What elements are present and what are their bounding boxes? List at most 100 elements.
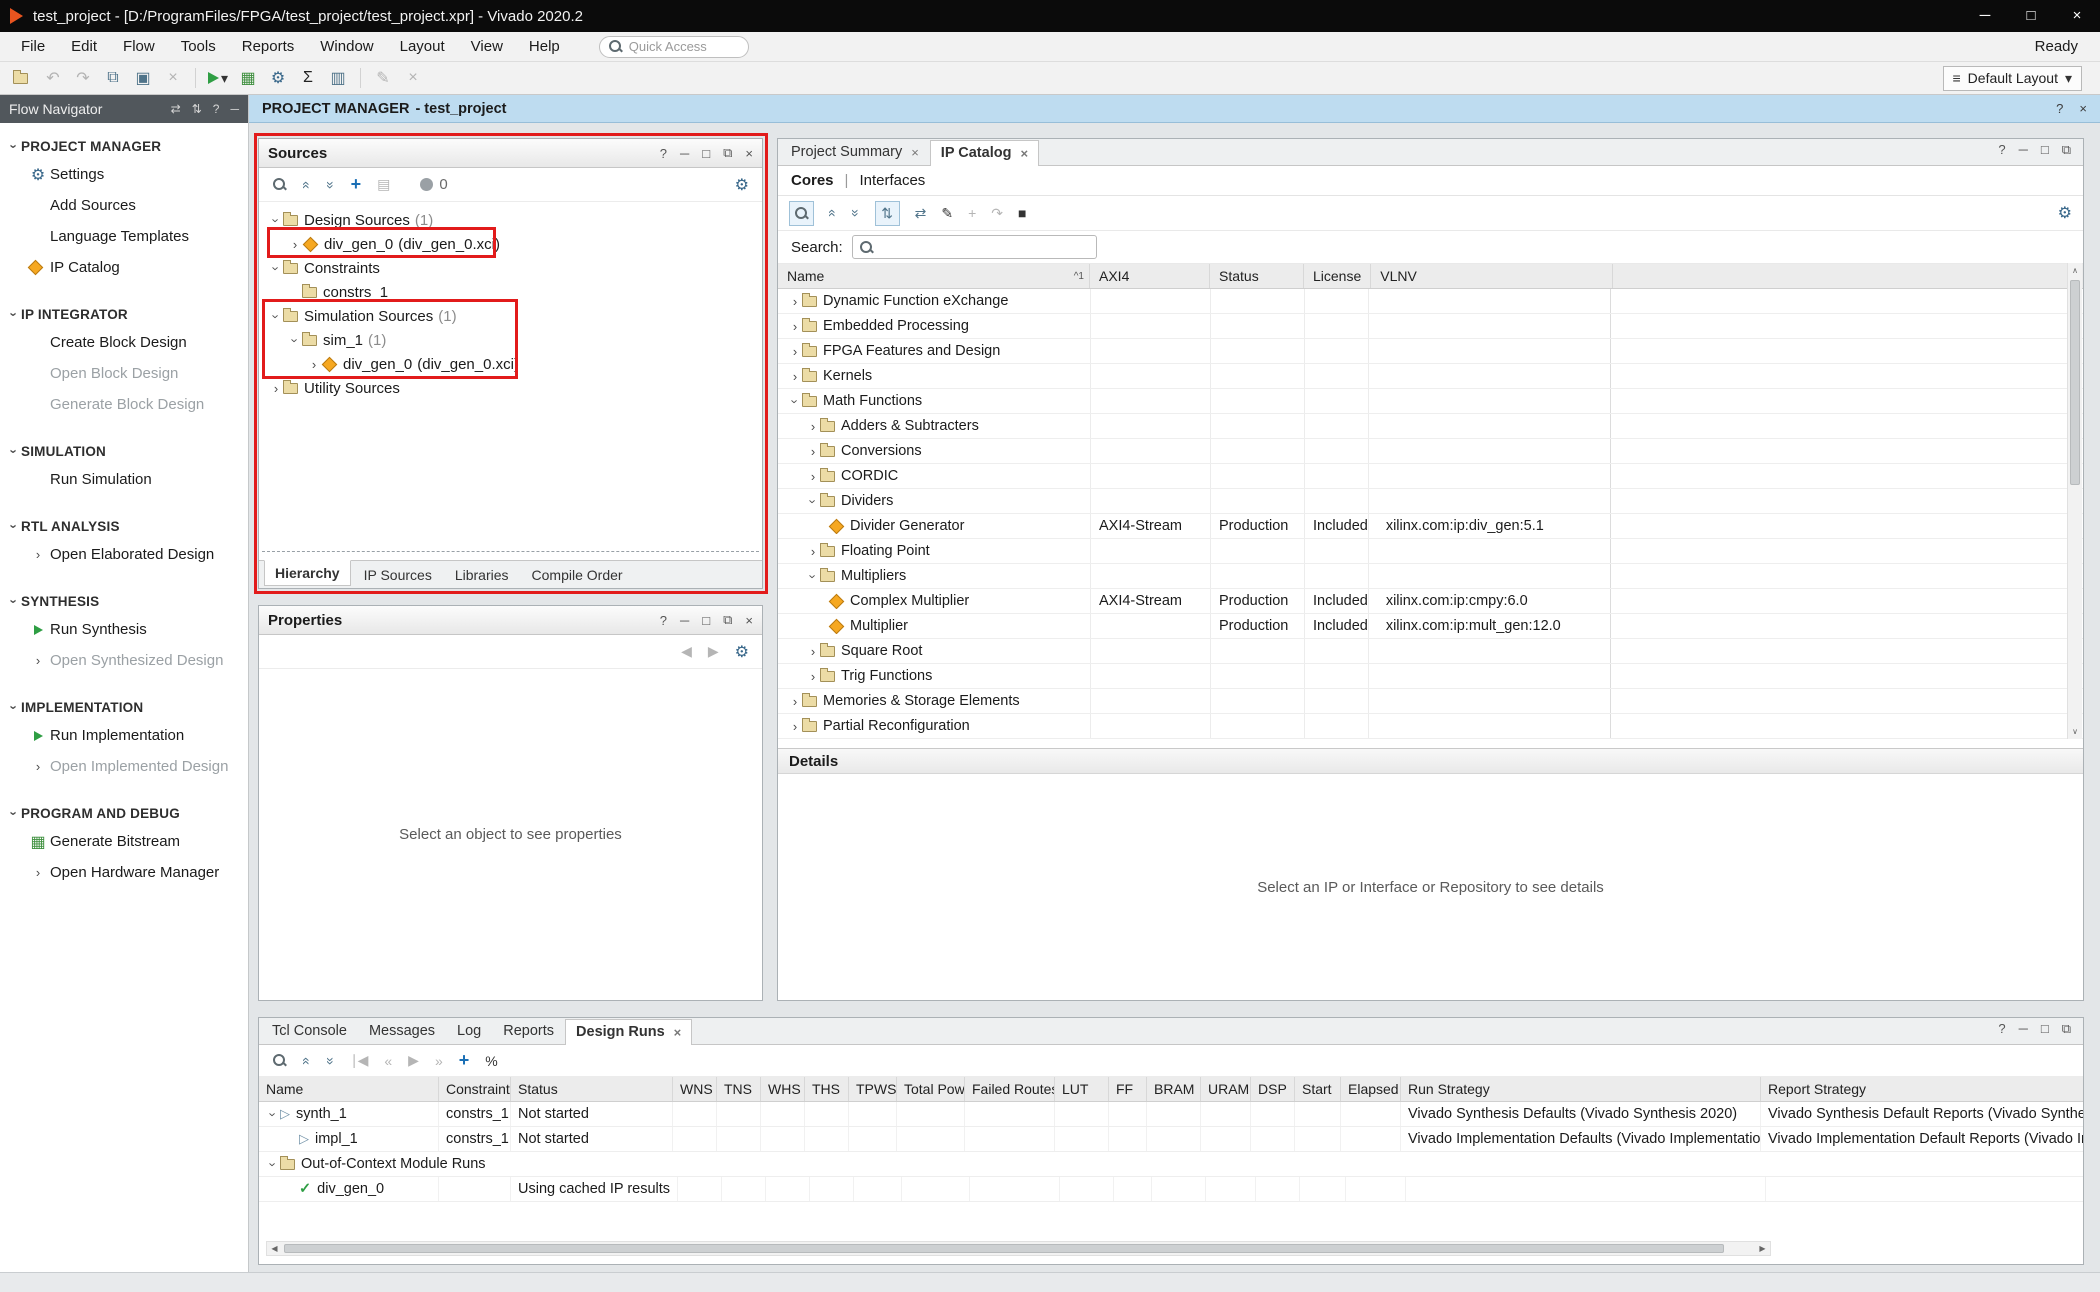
add-repository-icon[interactable]: +	[968, 205, 976, 221]
column-header-dsp[interactable]: DSP	[1251, 1077, 1295, 1101]
ip-category-row[interactable]: ›Kernels	[778, 364, 2083, 389]
create-run-icon[interactable]: +	[459, 1050, 470, 1071]
open-file-icon[interactable]: ▤	[377, 176, 390, 193]
nav-item-add-sources[interactable]: Add Sources	[0, 190, 248, 221]
column-header-bram[interactable]: BRAM	[1147, 1077, 1201, 1101]
maximize-icon[interactable]: □	[702, 613, 710, 628]
close-icon[interactable]: ×	[745, 613, 753, 628]
expand-all-icon[interactable]: »	[323, 181, 339, 189]
column-header-wns[interactable]: WNS	[673, 1077, 717, 1101]
close-button[interactable]: ×	[2054, 0, 2100, 32]
design-run-row-div-gen-0[interactable]: ✓div_gen_0 Using cached IP results	[259, 1177, 2083, 1202]
ip-category-row[interactable]: ›Dynamic Function eXchange	[778, 289, 2083, 314]
nav-item-generate-block-design[interactable]: Generate Block Design	[0, 389, 248, 420]
float-icon[interactable]: ⧉	[723, 145, 732, 161]
tree-item-div-gen-0-sim[interactable]: › div_gen_0 (div_gen_0.xci)	[259, 352, 762, 376]
help-icon[interactable]: ?	[1998, 142, 2005, 158]
menu-window[interactable]: Window	[307, 32, 386, 62]
nav-item-run-synthesis[interactable]: Run Synthesis	[0, 614, 248, 645]
chevron-right-icon[interactable]: ›	[269, 381, 283, 396]
tree-item-sim-1[interactable]: › sim_1 (1)	[259, 328, 762, 352]
properties-panel-header[interactable]: Properties ? ─ □ ⧉ ×	[259, 606, 762, 635]
tab-messages[interactable]: Messages	[358, 1018, 446, 1044]
section-header-program-and-debug[interactable]: › PROGRAM AND DEBUG	[0, 800, 248, 826]
menu-file[interactable]: File	[8, 32, 58, 62]
nav-item-settings[interactable]: ⚙Settings	[0, 159, 248, 190]
gear-icon[interactable]: ⚙	[2058, 203, 2072, 223]
search-toggle-button[interactable]	[789, 201, 814, 226]
column-header-report-strategy[interactable]: Report Strategy	[1761, 1077, 2083, 1101]
tree-item-simulation-sources[interactable]: › Simulation Sources (1)	[259, 304, 762, 328]
settings-button[interactable]: ⚙	[263, 65, 293, 91]
customize-icon[interactable]: ✎	[941, 205, 953, 222]
column-header-status[interactable]: Status	[511, 1077, 673, 1101]
chevron-right-icon[interactable]: ›	[788, 319, 802, 334]
nav-item-open-hardware-manager[interactable]: ›Open Hardware Manager	[0, 857, 248, 888]
help-icon[interactable]: ?	[660, 613, 667, 628]
scroll-down-arrow[interactable]: ∨	[2068, 724, 2082, 739]
minimize-icon[interactable]: ─	[680, 146, 689, 161]
ip-category-row[interactable]: ›FPGA Features and Design	[778, 339, 2083, 364]
ip-category-row[interactable]: ›Partial Reconfiguration	[778, 714, 2083, 739]
scroll-left-arrow[interactable]: ◀	[267, 1242, 282, 1255]
ip-category-row[interactable]: ›Trig Functions	[778, 664, 2083, 689]
ip-category-row[interactable]: ›Conversions	[778, 439, 2083, 464]
nav-item-open-synthesized-design[interactable]: ›Open Synthesized Design	[0, 645, 248, 676]
tree-item-constraints[interactable]: › Constraints	[259, 256, 762, 280]
nav-item-open-elaborated-design[interactable]: ›Open Elaborated Design	[0, 539, 248, 570]
expand-all-icon[interactable]: »	[848, 209, 864, 217]
column-header-ff[interactable]: FF	[1109, 1077, 1147, 1101]
add-sources-icon[interactable]: +	[351, 174, 362, 195]
chevron-expanded-icon[interactable]: ›	[269, 309, 284, 323]
chevron-right-icon[interactable]: ›	[806, 644, 820, 659]
menu-flow[interactable]: Flow	[110, 32, 168, 62]
collapse-all-icon[interactable]: «	[825, 209, 841, 217]
column-header-license[interactable]: License	[1304, 264, 1371, 288]
tree-item-constrs-1[interactable]: constrs_1	[259, 280, 762, 304]
refresh-icon[interactable]: ↷	[991, 205, 1003, 222]
minimize-icon[interactable]: ─	[2019, 1021, 2028, 1037]
column-header-start[interactable]: Start	[1295, 1077, 1341, 1101]
ip-category-row[interactable]: ›Adders & Subtracters	[778, 414, 2083, 439]
maximize-icon[interactable]: □	[2041, 1021, 2049, 1037]
close-icon[interactable]: ×	[2079, 101, 2087, 116]
ip-category-row[interactable]: ›Floating Point	[778, 539, 2083, 564]
ip-category-row[interactable]: ›Embedded Processing	[778, 314, 2083, 339]
section-header-simulation[interactable]: › SIMULATION	[0, 438, 248, 464]
expand-all-icon[interactable]: »	[323, 1057, 339, 1065]
gear-icon[interactable]: ⚙	[735, 642, 749, 662]
sources-panel-header[interactable]: Sources ? ─ □ ⧉ ×	[259, 139, 762, 168]
tab-project-summary[interactable]: Project Summary ×	[780, 139, 930, 165]
tab-log[interactable]: Log	[446, 1018, 492, 1044]
chevron-expanded-icon[interactable]: ›	[788, 394, 803, 408]
column-header-uram[interactable]: URAM	[1201, 1077, 1251, 1101]
nav-item-open-block-design[interactable]: Open Block Design	[0, 358, 248, 389]
section-header-implementation[interactable]: › IMPLEMENTATION	[0, 694, 248, 720]
menu-help[interactable]: Help	[516, 32, 573, 62]
help-icon[interactable]: ?	[213, 102, 220, 116]
nav-item-create-block-design[interactable]: Create Block Design	[0, 327, 248, 358]
nav-item-ip-catalog[interactable]: IP Catalog	[0, 252, 248, 283]
close-tab-icon[interactable]: ×	[1020, 146, 1028, 161]
chevron-expanded-icon[interactable]: ›	[806, 494, 821, 508]
column-header-name[interactable]: Name^1	[778, 264, 1090, 288]
chevron-expanded-icon[interactable]: ›	[806, 569, 821, 583]
run-button[interactable]: ▾	[203, 65, 233, 91]
maximize-button[interactable]: □	[2008, 0, 2054, 32]
close-tab-icon[interactable]: ×	[911, 145, 919, 160]
swap-icon[interactable]: ⇄	[171, 102, 181, 116]
column-header-tpws[interactable]: TPWS	[849, 1077, 897, 1101]
collapse-all-icon[interactable]: «	[299, 181, 315, 189]
splitter-dashed-line[interactable]	[262, 551, 759, 552]
back-icon[interactable]: ◀	[681, 643, 692, 660]
tab-reports[interactable]: Reports	[492, 1018, 565, 1044]
column-header-run-strategy[interactable]: Run Strategy	[1401, 1077, 1761, 1101]
tree-item-design-sources[interactable]: › Design Sources (1)	[259, 208, 762, 232]
chevron-right-icon[interactable]: ›	[788, 369, 802, 384]
menu-view[interactable]: View	[458, 32, 516, 62]
menu-reports[interactable]: Reports	[229, 32, 308, 62]
menu-edit[interactable]: Edit	[58, 32, 110, 62]
column-header-constraints[interactable]: Constraints	[439, 1077, 511, 1101]
tab-libraries[interactable]: Libraries	[445, 563, 519, 587]
section-header-synthesis[interactable]: › SYNTHESIS	[0, 588, 248, 614]
